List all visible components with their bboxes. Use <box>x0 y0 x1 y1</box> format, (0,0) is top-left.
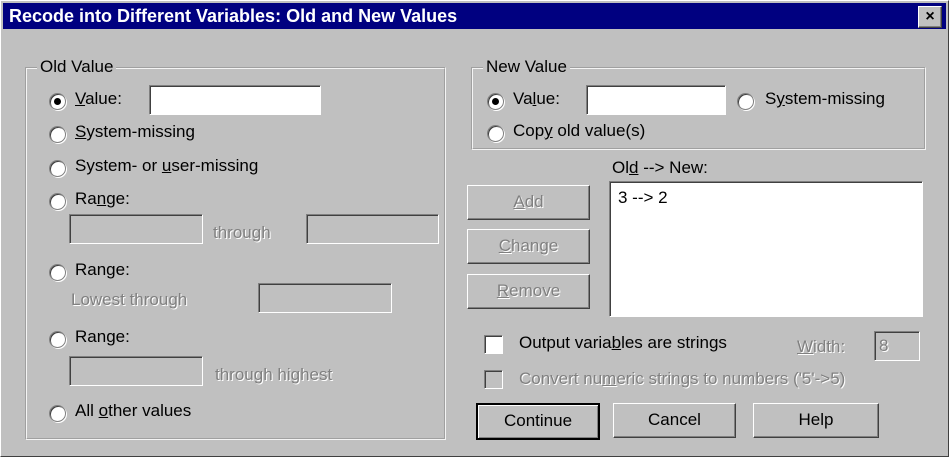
continue-button[interactable]: Continue <box>476 403 600 440</box>
old-new-list-label: Old --> New: <box>612 158 708 177</box>
through-highest-input[interactable] <box>69 356 203 386</box>
copy-old-value-label: Copy old value(s) <box>513 121 646 140</box>
through-label: through <box>213 223 271 242</box>
close-icon: × <box>925 8 935 25</box>
new-value-label: Value: <box>513 89 560 108</box>
copy-old-value-radio[interactable] <box>487 125 504 142</box>
cancel-button[interactable]: Cancel <box>613 403 736 438</box>
width-input[interactable]: 8 <box>874 331 920 361</box>
old-value-input[interactable] <box>149 85 321 115</box>
convert-numeric-checkbox[interactable] <box>484 370 503 389</box>
new-value-input[interactable] <box>586 85 726 115</box>
new-value-radio[interactable] <box>487 93 504 110</box>
range-radio[interactable] <box>49 193 66 210</box>
lowest-through-label: Lowest through <box>71 290 188 309</box>
old-new-list[interactable]: 3 --> 2 <box>609 181 923 317</box>
old-value-label: Value: <box>75 89 122 108</box>
all-other-values-radio[interactable] <box>49 405 66 422</box>
range-highest-radio[interactable] <box>49 331 66 348</box>
add-button[interactable]: Add <box>467 185 590 220</box>
close-button[interactable]: × <box>918 6 942 28</box>
system-or-user-missing-label: System- or user-missing <box>75 156 259 175</box>
range-lowest-label: Range: <box>75 260 130 279</box>
output-strings-checkbox[interactable] <box>484 335 503 354</box>
old-value-radio[interactable] <box>49 93 66 110</box>
range-to-input[interactable] <box>306 214 439 244</box>
range-highest-label: Range: <box>75 327 130 346</box>
width-label: Width: <box>797 337 846 356</box>
recode-values-dialog: Recode into Different Variables: Old and… <box>0 0 949 457</box>
system-or-user-missing-radio[interactable] <box>49 160 66 177</box>
lowest-through-input[interactable] <box>258 283 392 313</box>
new-value-legend: New Value <box>483 57 570 77</box>
system-missing-radio[interactable] <box>49 126 66 143</box>
convert-numeric-label: Convert numeric strings to numbers ('5'-… <box>519 369 846 388</box>
system-missing-label: System-missing <box>75 122 195 141</box>
dialog-title: Recode into Different Variables: Old and… <box>9 6 458 26</box>
through-highest-label: through highest <box>215 365 333 384</box>
change-button[interactable]: Change <box>467 229 590 264</box>
range-label: Range: <box>75 189 130 208</box>
remove-button[interactable]: Remove <box>467 274 590 309</box>
list-item[interactable]: 3 --> 2 <box>618 188 668 208</box>
output-strings-label: Output variables are strings <box>519 333 727 352</box>
range-lowest-radio[interactable] <box>49 264 66 281</box>
new-system-missing-radio[interactable] <box>737 93 754 110</box>
old-value-legend: Old Value <box>37 57 117 77</box>
new-system-missing-label: System-missing <box>765 89 885 108</box>
title-bar[interactable]: Recode into Different Variables: Old and… <box>3 3 946 29</box>
all-other-values-label: All other values <box>75 401 192 420</box>
range-from-input[interactable] <box>69 214 203 244</box>
help-button[interactable]: Help <box>753 403 879 438</box>
